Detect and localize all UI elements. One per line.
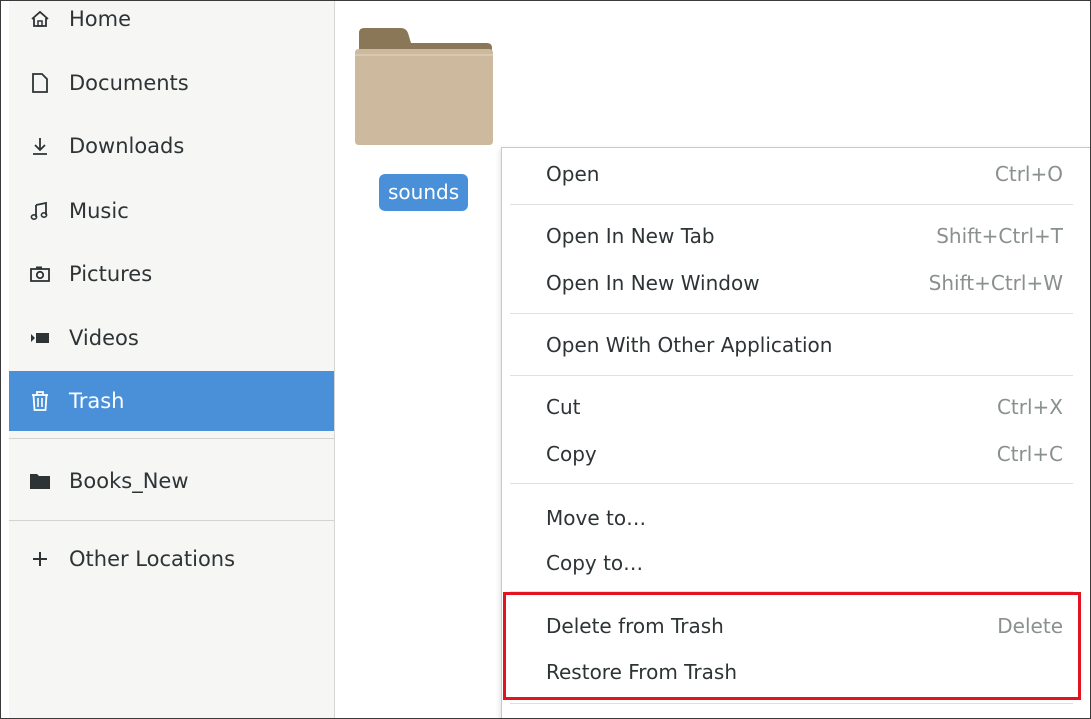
menu-item-label: Open In New Tab — [546, 224, 715, 248]
home-icon — [26, 5, 54, 33]
menu-item-copy-to[interactable]: Copy to… — [502, 540, 1090, 586]
sidebar-item-label: Music — [69, 199, 129, 223]
menu-item-label: Move to… — [546, 506, 647, 530]
menu-item-label: Open With Other Application — [546, 333, 833, 357]
sidebar-separator — [9, 520, 334, 521]
sidebar-item-home[interactable]: Home — [9, 1, 334, 49]
menu-item-label: Open In New Window — [546, 271, 760, 295]
menu-item-shortcut: Shift+Ctrl+T — [936, 224, 1063, 248]
sidebar-item-label: Home — [69, 7, 132, 31]
menu-item-label: Copy — [546, 442, 597, 466]
sidebar-item-label: Documents — [69, 71, 189, 95]
sidebar-item-videos[interactable]: Videos — [9, 308, 334, 368]
sidebar-separator — [9, 438, 334, 439]
menu-item-shortcut: Ctrl+X — [996, 395, 1063, 419]
menu-item-label: Copy to… — [546, 551, 644, 575]
sidebar-item-label: Downloads — [69, 134, 185, 158]
sidebar-item-documents[interactable]: Documents — [9, 53, 334, 113]
plus-icon — [26, 545, 54, 573]
sidebar: Home Documents Downloads Music Pictures — [9, 1, 335, 718]
trash-icon — [26, 387, 54, 415]
menu-item-open-in-new-tab[interactable]: Open In New Tab Shift+Ctrl+T — [502, 213, 1090, 259]
file-manager-window: Home Documents Downloads Music Pictures — [0, 0, 1091, 719]
menu-separator — [510, 313, 1073, 314]
menu-item-label: Delete from Trash — [546, 614, 724, 638]
sidebar-item-books-new[interactable]: Books_New — [9, 451, 334, 511]
sidebar-item-label: Videos — [69, 326, 139, 350]
folder-name-label[interactable]: sounds — [379, 174, 469, 211]
menu-item-cut[interactable]: Cut Ctrl+X — [502, 384, 1090, 430]
menu-item-move-to[interactable]: Move to… — [502, 495, 1090, 541]
folder-icon — [26, 467, 54, 495]
music-icon — [26, 197, 54, 225]
menu-item-label: Open — [546, 162, 600, 186]
menu-item-copy[interactable]: Copy Ctrl+C — [502, 431, 1090, 477]
sidebar-item-music[interactable]: Music — [9, 181, 334, 241]
menu-item-shortcut: Ctrl+C — [996, 442, 1063, 466]
menu-item-label: Restore From Trash — [546, 660, 738, 684]
download-icon — [26, 132, 54, 160]
menu-item-open-in-new-window[interactable]: Open In New Window Shift+Ctrl+W — [502, 260, 1090, 306]
context-menu: Open Ctrl+O Open In New Tab Shift+Ctrl+T… — [501, 147, 1090, 718]
menu-item-shortcut: Delete — [997, 614, 1063, 638]
menu-item-shortcut: Shift+Ctrl+W — [928, 271, 1063, 295]
menu-item-shortcut: Ctrl+O — [994, 162, 1063, 186]
camera-icon — [26, 260, 54, 288]
video-icon — [26, 324, 54, 352]
menu-separator — [510, 703, 1073, 704]
sidebar-item-pictures[interactable]: Pictures — [9, 244, 334, 304]
sidebar-item-label: Books_New — [69, 469, 189, 493]
folder-icon[interactable] — [353, 25, 495, 147]
menu-separator — [510, 483, 1073, 484]
sidebar-item-label: Other Locations — [69, 547, 236, 571]
menu-item-label: Cut — [546, 395, 581, 419]
sidebar-item-label: Trash — [69, 389, 125, 413]
document-icon — [26, 69, 54, 97]
menu-separator — [510, 204, 1073, 205]
sidebar-item-downloads[interactable]: Downloads — [9, 116, 334, 176]
sidebar-item-label: Pictures — [69, 262, 153, 286]
menu-item-open[interactable]: Open Ctrl+O — [502, 151, 1090, 197]
sidebar-item-other-locations[interactable]: Other Locations — [9, 529, 334, 589]
menu-item-open-with-other-application[interactable]: Open With Other Application — [502, 322, 1090, 368]
menu-separator — [510, 591, 1073, 592]
menu-item-restore-from-trash[interactable]: Restore From Trash — [502, 649, 1090, 695]
menu-separator — [510, 375, 1073, 376]
menu-item-delete-from-trash[interactable]: Delete from Trash Delete — [502, 603, 1090, 649]
sidebar-item-trash[interactable]: Trash — [9, 371, 334, 431]
